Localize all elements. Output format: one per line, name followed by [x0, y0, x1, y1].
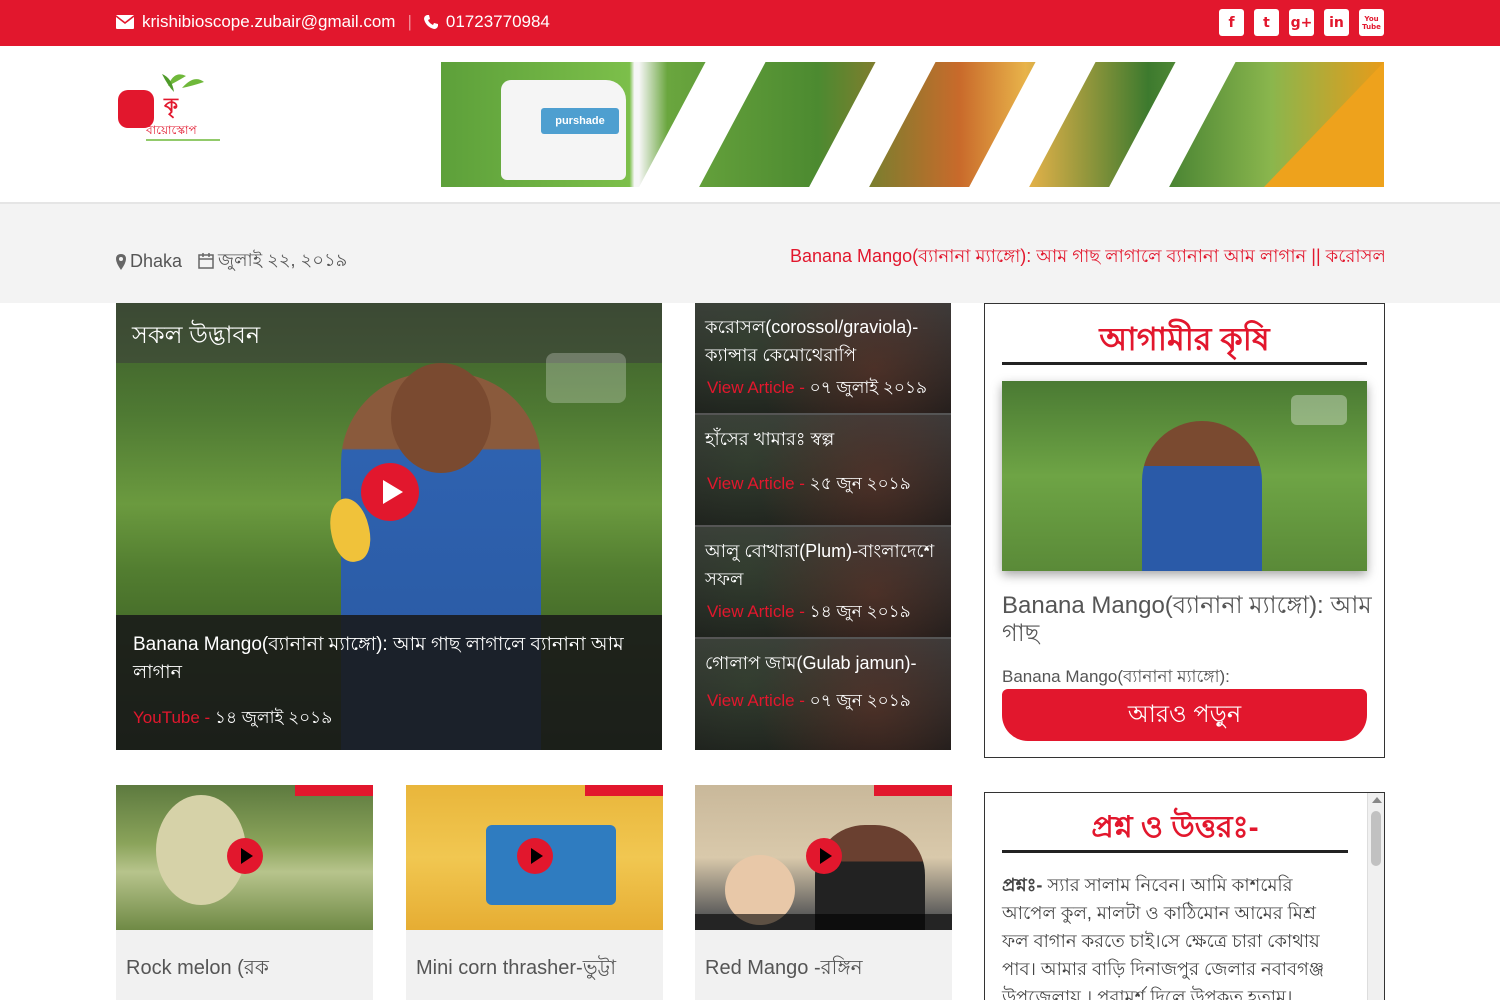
linkedin-icon[interactable]: in — [1324, 9, 1349, 36]
qa-widget: প্রশ্ন ও উত্তরঃ- প্রশ্নঃ- স্যার সালাম নি… — [984, 792, 1385, 1000]
video-card[interactable]: Red Mango -রঙ্গিন — [695, 785, 952, 1000]
article-date: ০৭ জুন ২০১৯ — [809, 691, 911, 710]
list-item[interactable]: গোলাপ জাম(Gulab jamun)- View Article - ০… — [695, 639, 951, 750]
article-title[interactable]: হাঁসের খামারঃ স্বল্প — [705, 425, 945, 453]
read-more-button[interactable]: আরও পড়ুন — [1002, 689, 1367, 741]
video-card[interactable]: Mini corn thrasher-ভুট্টা — [406, 785, 663, 1000]
banner-divider — [955, 62, 1107, 187]
article-meta: View Article - ০৭ জুন ২০১৯ — [707, 688, 911, 716]
article-title[interactable]: করোসল(corossol/graviola)-ক্যান্সার কেমোথ… — [705, 313, 945, 369]
date-text: জুলাই ২২, ২০১৯ — [218, 250, 348, 270]
banner-divider — [795, 62, 947, 187]
thresher-image — [486, 825, 616, 905]
top-bar: krishibioscope.zubair@gmail.com | 017237… — [0, 0, 1500, 46]
contact-info: krishibioscope.zubair@gmail.com | 017237… — [116, 12, 550, 32]
map-marker-icon — [116, 254, 126, 271]
article-title[interactable]: গোলাপ জাম(Gulab jamun)- — [705, 649, 945, 677]
video-description: Banana Mango(ব্যানানা ম্যাঙ্গো): — [1002, 667, 1230, 686]
facebook-icon[interactable]: f — [1219, 9, 1244, 36]
article-meta: View Article - ০৭ জুলাই ২০১৯ — [707, 375, 927, 403]
featured-date: ১৪ জুলাই ২০১৯ — [214, 708, 333, 727]
location-text: Dhaka — [130, 251, 183, 271]
youtube-icon[interactable]: You Tube — [1359, 9, 1384, 36]
play-icon[interactable] — [517, 838, 553, 874]
card-title[interactable]: Red Mango -রঙ্গিন — [705, 953, 863, 986]
featured-meta: YouTube - ১৪ জুলাই ২০১৯ — [133, 705, 332, 733]
banner-product-label: purshade — [541, 108, 619, 134]
article-date: ২৫ জুন ২০১৯ — [809, 474, 911, 493]
list-item[interactable]: আলু বোখারা(Plum)-বাংলাদেশে সফল View Arti… — [695, 527, 951, 639]
card-title[interactable]: Rock melon (রক — [126, 953, 269, 986]
info-bar: Dhaka জুলাই ২২, ২০১৯ Banana Mango(ব্যানা… — [0, 204, 1500, 303]
play-icon[interactable] — [227, 838, 263, 874]
site-logo[interactable]: কৃ বায়োস্কোপ — [116, 68, 226, 146]
social-links: f t g+ in You Tube — [1219, 9, 1384, 36]
scroll-up-icon[interactable] — [1372, 797, 1382, 803]
section-title: সকল উদ্ভাবন — [132, 322, 261, 349]
banner-corner — [1264, 62, 1384, 187]
scroll-thumb[interactable] — [1371, 811, 1381, 866]
news-ticker[interactable]: Banana Mango(ব্যানানা ম্যাঙ্গো): আম গাছ … — [790, 242, 1384, 268]
svg-text:কৃ: কৃ — [163, 93, 179, 118]
divider — [1002, 362, 1367, 365]
contact-email[interactable]: krishibioscope.zubair@gmail.com — [142, 12, 395, 32]
question-label: প্রশ্নঃ- — [1002, 875, 1043, 895]
card-tag — [874, 785, 952, 796]
google-plus-icon[interactable]: g+ — [1289, 9, 1314, 36]
contact-phone[interactable]: 01723770984 — [446, 12, 550, 32]
future-agriculture-widget: আগামীর কৃষি Banana Mango(ব্যানানা ম্যাঙ্… — [984, 303, 1385, 758]
svg-text:বায়োস্কোপ: বায়োস্কোপ — [145, 123, 197, 137]
person-image — [1142, 421, 1262, 571]
article-list: করোসল(corossol/graviola)-ক্যান্সার কেমোথ… — [695, 303, 951, 750]
featured-caption: Banana Mango(ব্যানানা ম্যাঙ্গো): আম গাছ … — [116, 615, 662, 750]
article-date: ১৪ জুন ২০১৯ — [809, 602, 911, 621]
header-banner[interactable]: purshade — [441, 62, 1384, 187]
divider — [1002, 850, 1348, 853]
view-article-link[interactable]: View Article - — [707, 602, 810, 621]
date: জুলাই ২২, ২০১৯ — [198, 246, 347, 277]
scrollbar[interactable] — [1367, 793, 1384, 1000]
article-title[interactable]: আলু বোখারা(Plum)-বাংলাদেশে সফল — [705, 537, 945, 593]
site-header: কৃ বায়োস্কোপ purshade — [0, 46, 1500, 204]
calendar-icon — [198, 253, 214, 269]
list-item[interactable]: হাঁসের খামারঃ স্বল্প View Article - ২৫ জ… — [695, 415, 951, 527]
envelope-icon — [116, 15, 134, 29]
phone-icon — [423, 15, 438, 29]
video-thumbnail-head — [391, 363, 491, 473]
list-item[interactable]: করোসল(corossol/graviola)-ক্যান্সার কেমোথ… — [695, 303, 951, 415]
location-date: Dhaka জুলাই ২২, ২০১৯ — [116, 246, 347, 277]
watermark-logo — [546, 353, 626, 403]
location: Dhaka — [116, 251, 182, 272]
article-date: ০৭ জুলাই ২০১৯ — [809, 378, 928, 397]
widget-title: প্রশ্ন ও উত্তরঃ- — [1091, 811, 1259, 844]
banner-divider — [625, 62, 777, 187]
view-article-link[interactable]: View Article - — [707, 378, 810, 397]
question-body: স্যার সালাম নিবেন। আমি কাশমেরি আপেল কুল,… — [1002, 875, 1325, 1000]
card-title[interactable]: Mini corn thrasher-ভুট্টা — [416, 953, 616, 986]
twitter-icon[interactable]: t — [1254, 9, 1279, 36]
article-meta: View Article - ২৫ জুন ২০১৯ — [707, 471, 911, 499]
video-controls[interactable] — [695, 914, 952, 930]
featured-video[interactable]: সকল উদ্ভাবন Banana Mango(ব্যানানা ম্যাঙ্… — [116, 303, 662, 750]
view-article-link[interactable]: View Article - — [707, 691, 810, 710]
play-icon[interactable] — [361, 463, 419, 521]
featured-source[interactable]: YouTube - — [133, 708, 215, 727]
video-title[interactable]: Banana Mango(ব্যানানা ম্যাঙ্গো): আম গাছ — [1002, 592, 1372, 648]
widget-title: আগামীর কৃষি — [1099, 321, 1270, 357]
divider: | — [407, 12, 412, 31]
card-tag — [585, 785, 663, 796]
article-meta: View Article - ১৪ জুন ২০১৯ — [707, 599, 911, 627]
question-text: প্রশ্নঃ- স্যার সালাম নিবেন। আমি কাশমেরি … — [1002, 871, 1342, 1000]
view-article-link[interactable]: View Article - — [707, 474, 810, 493]
watermark-logo — [1291, 395, 1347, 425]
featured-title[interactable]: Banana Mango(ব্যানানা ম্যাঙ্গো): আম গাছ … — [133, 631, 633, 687]
video-card[interactable]: Rock melon (রক — [116, 785, 373, 1000]
video-thumbnail[interactable] — [1002, 381, 1367, 571]
banner-divider — [1095, 62, 1247, 187]
play-icon[interactable] — [806, 838, 842, 874]
card-tag — [295, 785, 373, 796]
